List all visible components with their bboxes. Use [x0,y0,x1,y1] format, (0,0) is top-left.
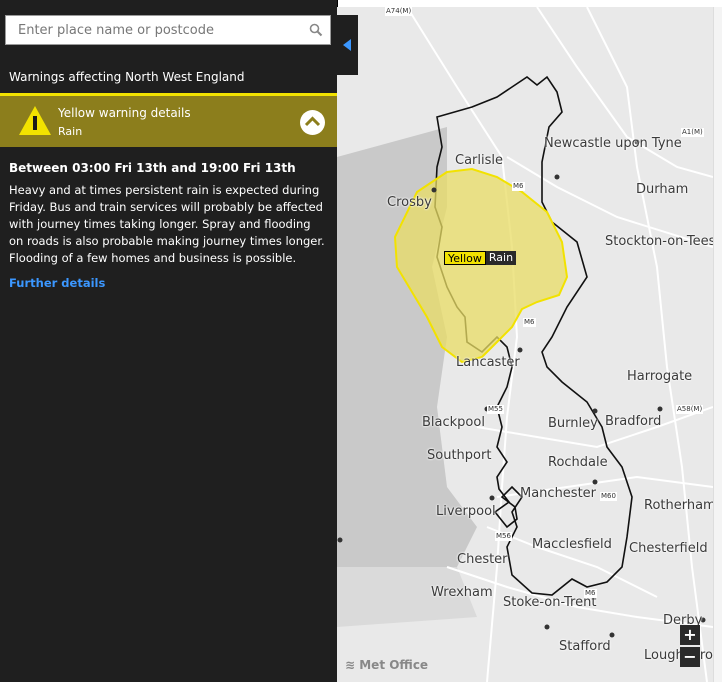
warning-triangle-icon [19,106,51,135]
road-label: M55 [487,405,504,414]
place-label: Blackpool [422,415,485,430]
chevron-left-icon [343,39,351,51]
map-view[interactable]: Carlisle Newcastle upon Tyne Durham Cros… [337,7,713,682]
search-box [5,15,331,45]
zoom-out-button[interactable]: − [680,647,700,667]
road-label: M60 [600,492,617,501]
place-label: Chester [457,552,508,567]
place-label: Stafford [559,639,611,654]
place-label: Harrogate [627,369,693,384]
search-icon[interactable] [308,22,324,38]
collapse-toggle-button[interactable] [300,110,325,135]
region-title: Warnings affecting North West England [9,70,245,84]
place-label: Carlisle [455,153,503,168]
warning-map-badge[interactable]: Yellow Rain [444,251,517,265]
road-label: A58(M) [676,405,704,414]
place-label: Liverpool [436,504,496,519]
road-label: M56 [495,532,512,541]
place-label: Macclesfield [532,537,612,552]
warning-type: Rain [58,125,83,138]
logo-text: Met Office [359,658,429,672]
place-label: Bradford [605,414,662,429]
place-label: Crosby [387,195,432,210]
road-label: M6 [523,318,536,327]
warning-title: Yellow warning details [58,106,191,120]
place-label: Loughborough [644,648,713,663]
badge-type: Rain [485,251,517,265]
place-label: Manchester [520,486,597,501]
further-details-link[interactable]: Further details [9,276,105,290]
map-base [337,7,713,682]
met-office-logo: ≋ Met Office [345,658,428,672]
zoom-in-button[interactable]: + [680,625,700,645]
place-label: Stockton-on-Tees [605,234,713,249]
road-label: M6 [512,182,525,191]
place-label: Stoke-on-Trent [503,595,597,610]
place-label: Rochdale [548,455,608,470]
search-input[interactable] [6,16,318,44]
collapse-panel-button[interactable] [337,15,358,75]
map-scrollbar[interactable] [713,7,722,682]
place-label: Rotherham [644,498,713,513]
place-label: Lancaster [456,355,520,370]
warning-header[interactable]: Yellow warning details Rain [0,96,337,147]
logo-icon: ≋ [345,658,360,672]
warnings-panel: Warnings affecting North West England Ye… [0,0,338,682]
app: Warnings affecting North West England Ye… [0,0,726,689]
badge-level: Yellow [444,251,486,265]
place-label: Durham [636,182,689,197]
place-label: Southport [427,448,492,463]
warning-period: Between 03:00 Fri 13th and 19:00 Fri 13t… [9,161,296,175]
place-label: Chesterfield [629,541,708,556]
place-label: Wrexham [431,585,493,600]
place-label: Burnley [548,416,598,431]
road-label: M6 [584,589,597,598]
warning-description: Heavy and at times persistent rain is ex… [9,183,325,265]
road-label: A1(M) [681,128,704,137]
place-label: Newcastle upon Tyne [544,136,682,151]
chevron-up-icon [304,116,321,127]
road-label: A74(M) [385,7,413,16]
